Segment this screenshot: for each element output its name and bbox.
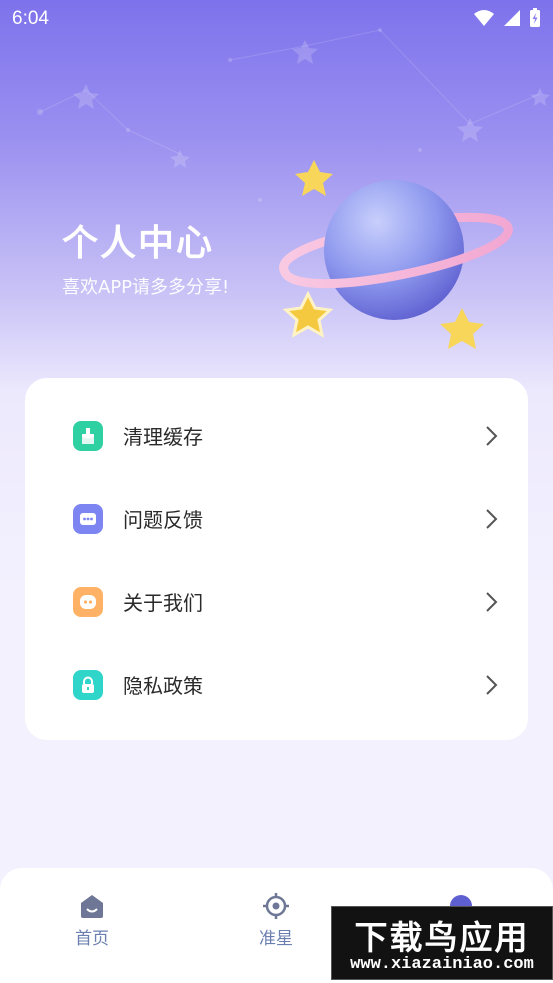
menu-item-clear-cache[interactable]: 清理缓存 [25,394,528,477]
nav-tab-label: 首页 [75,929,109,949]
page-title: 个人中心 [62,223,215,264]
menu-item-label: 清理缓存 [123,425,203,449]
menu-item-label: 问题反馈 [123,508,203,532]
chevron-right-icon [486,591,498,612]
nav-tab-home[interactable]: 首页 [47,892,137,949]
menu-item-privacy-policy[interactable]: 隐私政策 [25,643,528,726]
nav-tab-label: 准星 [259,929,293,949]
home-icon [81,895,103,918]
chat-dots-icon [73,503,103,534]
menu-card: 清理缓存 问题反馈 关于我们 隐私政策 [25,378,528,740]
menu-item-feedback[interactable]: 问题反馈 [25,477,528,560]
chevron-right-icon [486,674,498,695]
crosshair-icon [263,893,289,919]
lock-icon [73,669,103,700]
page-subtitle: 喜欢APP请多多分享! [62,277,230,298]
watermark-url: www.xiazainiao.com [350,955,534,974]
chevron-right-icon [486,425,498,446]
broom-icon [73,420,103,451]
menu-item-label: 隐私政策 [123,674,203,698]
menu-item-about-us[interactable]: 关于我们 [25,560,528,643]
menu-item-label: 关于我们 [123,591,203,615]
robot-face-icon [73,586,103,617]
planet-illustration [279,160,513,349]
chevron-right-icon [486,508,498,529]
watermark-logo: 下载鸟应用 www.xiazainiao.com [331,906,553,980]
watermark-title: 下载鸟应用 [354,919,530,956]
nav-tab-crosshair[interactable]: 准星 [231,892,321,949]
